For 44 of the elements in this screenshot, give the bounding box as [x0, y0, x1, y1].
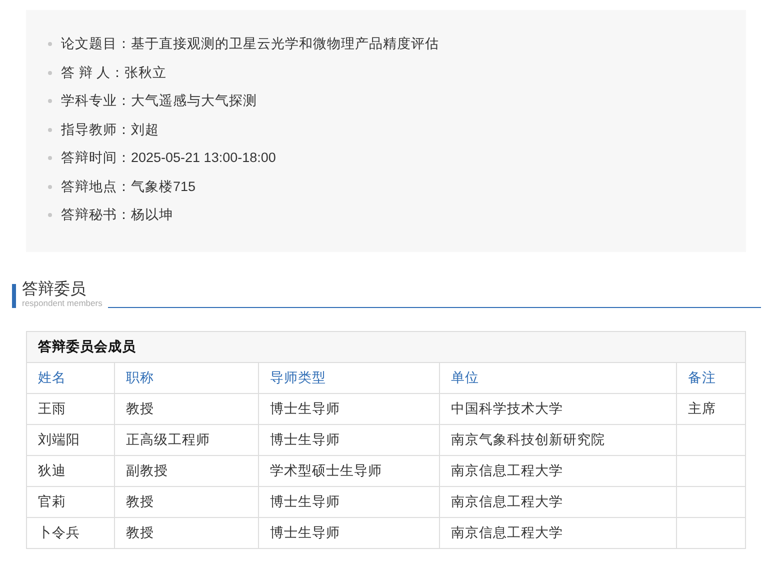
info-line: 答辩地点：气象楼715	[61, 178, 196, 196]
table-cell: 南京信息工程大学	[440, 486, 676, 517]
table-cell: 刘端阳	[26, 424, 114, 455]
info-line: 答辩秘书：杨以坤	[61, 206, 173, 224]
table-cell: 博士生导师	[258, 424, 440, 455]
section-title: 答辩委员	[22, 282, 87, 298]
table-cell: 博士生导师	[258, 393, 440, 424]
column-header: 姓名	[26, 362, 114, 393]
table-cell: 南京信息工程大学	[440, 455, 676, 486]
info-line: 答 辩 人：张秋立	[61, 64, 167, 82]
table-cell: 正高级工程师	[114, 424, 258, 455]
table-cell: 主席	[676, 393, 746, 424]
table-cell: 卜令兵	[26, 517, 114, 548]
table-cell: 南京信息工程大学	[440, 517, 676, 548]
table-cell: 教授	[114, 517, 258, 548]
bullet-icon	[48, 128, 52, 132]
table-cell: 中国科学技术大学	[440, 393, 676, 424]
column-header: 备注	[676, 362, 746, 393]
accent-bar	[12, 284, 16, 308]
table-cell: 王雨	[26, 393, 114, 424]
info-line: 学科专业：大气遥感与大气探测	[61, 92, 257, 110]
info-line: 答辩时间：2025-05-21 13:00-18:00	[61, 149, 276, 168]
bullet-icon	[48, 70, 52, 75]
table-cell: 博士生导师	[258, 486, 440, 517]
bullet-icon	[48, 156, 52, 160]
table-cell: 教授	[114, 393, 258, 424]
bullet-icon	[48, 184, 52, 189]
bullet-icon	[48, 213, 52, 218]
bullet-icon	[48, 99, 52, 104]
column-header: 导师类型	[258, 362, 440, 393]
bullet-icon	[48, 42, 52, 46]
column-header: 单位	[440, 362, 676, 393]
table-cell: 教授	[114, 486, 258, 517]
info-line: 论文题目：基于直接观测的卫星云光学和微物理产品精度评估	[61, 35, 439, 54]
table-cell: 南京气象科技创新研究院	[440, 424, 676, 455]
info-line: 指导教师：刘超	[61, 120, 159, 139]
table-cell: 官莉	[26, 486, 114, 517]
table-cell: 博士生导师	[258, 517, 440, 548]
column-header: 职称	[114, 362, 258, 393]
table-cell: 学术型硕士生导师	[258, 455, 440, 486]
section-subtitle: respondent members	[22, 299, 102, 308]
table-cell: 副教授	[114, 455, 258, 486]
table-caption: 答辩委员会成员	[26, 331, 746, 362]
table-cell: 狄迪	[26, 455, 114, 486]
